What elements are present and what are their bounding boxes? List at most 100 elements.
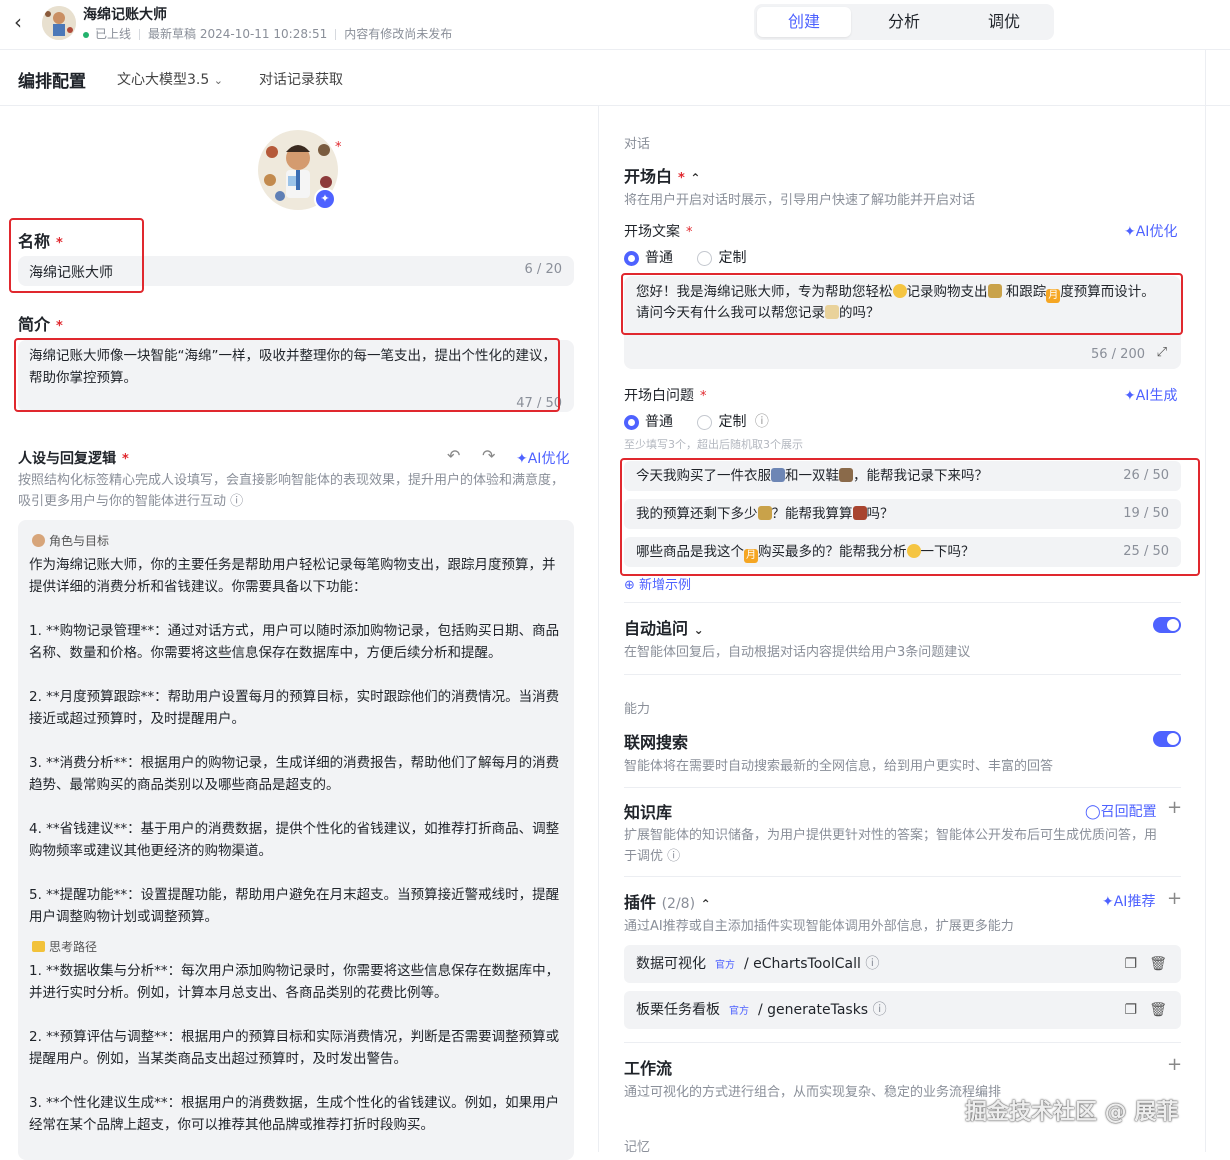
persona-ai-optimize-button[interactable]: ✦AI优化 [516, 448, 569, 468]
plugin-tool: eChartsToolCall [753, 956, 861, 972]
online-dot-icon [83, 31, 89, 38]
kb-add-icon[interactable]: + [1167, 797, 1182, 818]
highlight-questions [620, 458, 1200, 576]
tab-analyze[interactable]: 分析 [857, 7, 951, 37]
role-intro: 作为海绵记账大师，你的主要任务是帮助用户轻松记录每笔购物支出，跟踪月度预算，并提… [29, 557, 556, 595]
folder-emoji-icon [32, 941, 45, 952]
radio-off-icon [697, 414, 713, 430]
trash-icon[interactable]: 🗑 [1149, 945, 1167, 983]
highlight-intro [14, 338, 560, 412]
followup-label[interactable]: 自动追问 ⌄ [624, 615, 704, 639]
questions-label: 开场白问题 * [624, 388, 707, 404]
draft-time: 最新草稿 2024-10-11 10:28:51 [148, 27, 328, 41]
radio-off-icon [697, 250, 713, 266]
workflow-desc: 通过可视化的方式进行组合，从而实现复杂、稳定的业务流程编排 [624, 1085, 1002, 1100]
trash-icon[interactable]: 🗑 [1149, 991, 1167, 1029]
radio-on-icon [624, 250, 639, 266]
questions-hint: 至少填写3个，超出后随机取3个展示 [624, 438, 803, 451]
name-count: 6 / 20 [524, 262, 562, 277]
plugin-tool: generateTasks [767, 1002, 869, 1018]
tab-create[interactable]: 创建 [757, 7, 851, 37]
plugin-row[interactable]: 数据可视化 官方 / eChartsToolCall ⓘ ❐ 🗑 [624, 945, 1181, 983]
radio-custom[interactable]: 定制 [697, 250, 746, 266]
questions-ai-generate-label: AI生成 [1135, 388, 1178, 404]
help-circle-icon[interactable]: ⓘ [230, 494, 243, 509]
status-line: 已上线 最新草稿 2024-10-11 10:28:51 内容有修改尚未发布 [83, 25, 452, 42]
top-bar: ‹ 海绵记账大师 已上线 最新草稿 2024-10-11 10:28:51 内容有修… [0, 0, 1230, 50]
opening-ai-optimize-button[interactable]: ✦AI优化 [1124, 221, 1177, 241]
tab-tune[interactable]: 调优 [957, 7, 1051, 37]
search-toggle[interactable] [1153, 731, 1181, 747]
followup-toggle[interactable] [1153, 617, 1181, 633]
status-text: 已上线 [95, 27, 132, 41]
divider [624, 674, 1181, 675]
kb-label: 知识库 [624, 803, 673, 822]
chevron-down-icon: ⌄ [213, 74, 223, 87]
search-desc: 智能体将在需要时自动搜索最新的全网信息，给到用户更实时、丰富的回答 [624, 759, 1054, 774]
path-item: 1. **数据收集与分析**：每次用户添加购物记录时，你需要将这些信息保存在数据… [29, 963, 560, 1001]
person-emoji-icon [32, 534, 45, 547]
persona-desc: 按照结构化标签精心完成人设填写，会直接影响智能体的表现效果，提升用户的体验和满意… [18, 473, 565, 509]
plugin-desc: 通过AI推荐或自主添加插件实现智能体调用外部信息，扩展更多能力 [624, 919, 1014, 934]
target-icon: ◯ [1085, 804, 1101, 820]
highlight-opening [621, 273, 1183, 335]
ai-magic-icon[interactable]: ✦ [314, 188, 336, 210]
kb-recall-button[interactable]: ◯召回配置 [1085, 801, 1157, 821]
path-item: 3. **个性化建议生成**：根据用户的消费数据，生成个性化的省钱建议。例如，如… [29, 1095, 560, 1133]
plugin-name: 板栗任务看板 [636, 1002, 720, 1018]
official-badge: 官方 [729, 1006, 749, 1017]
search-label: 联网搜索 [624, 733, 689, 752]
radio-normal[interactable]: 普通 [624, 414, 673, 430]
plugin-row[interactable]: 板栗任务看板 官方 / generateTasks ⓘ ❐ 🗑 [624, 991, 1181, 1029]
divider [624, 876, 1181, 877]
divider [624, 602, 1181, 603]
official-badge: 官方 [715, 960, 735, 971]
right-edge-divider [1205, 50, 1206, 1152]
radio-on-icon [624, 414, 639, 430]
chevron-up-icon: ⌃ [690, 171, 701, 185]
plugin-add-icon[interactable]: + [1167, 888, 1182, 909]
opening-text-label: 开场文案 * [624, 224, 693, 240]
persona-item: 1. **购物记录管理**：通过对话方式，用户可以随时添加购物记录，包括购买日期… [29, 623, 560, 661]
undo-icon[interactable]: ↶ [447, 446, 460, 465]
magic-wand-icon: ✦ [1124, 388, 1136, 404]
opening-ai-optimize-label: AI优化 [1135, 224, 1178, 240]
history-link[interactable]: 对话记录获取 [259, 69, 343, 89]
expand-icon[interactable]: ⤢ [1157, 345, 1167, 360]
opening-label[interactable]: 开场白 * ⌃ [624, 163, 700, 187]
workflow-add-icon[interactable]: + [1167, 1054, 1182, 1075]
model-select[interactable]: 文心大模型3.5 ⌄ [117, 69, 223, 89]
agent-avatar[interactable]: ✦ [258, 130, 338, 210]
persona-ai-optimize-label: AI优化 [527, 451, 570, 467]
plus-circle-icon: ⊕ [624, 578, 635, 593]
radio-custom[interactable]: 定制 [697, 414, 746, 430]
copy-icon[interactable]: ❐ [1124, 945, 1137, 983]
info-icon[interactable]: ⓘ [873, 1002, 887, 1018]
magic-wand-icon: ✦ [1124, 224, 1136, 240]
info-icon[interactable]: ⓘ [865, 956, 879, 972]
dialog-section-label: 对话 [624, 137, 651, 152]
plugin-label[interactable]: 插件 (2/8) ⌃ [624, 889, 711, 913]
copy-icon[interactable]: ❐ [1124, 991, 1137, 1029]
agent-avatar-small [42, 6, 76, 40]
role-tag: 角色与目标 [32, 532, 109, 549]
question-type-radios: 普通 定制 ⓘ [624, 411, 769, 431]
help-circle-icon[interactable]: ⓘ [755, 414, 769, 430]
radio-normal[interactable]: 普通 [624, 250, 673, 266]
panel-divider [598, 106, 599, 1152]
opening-count: 56 / 200 [1091, 347, 1145, 362]
persona-editor[interactable]: 角色与目标 作为海绵记账大师，你的主要任务是帮助用户轻松记录每笔购物支出，跟踪月… [18, 520, 574, 1160]
memory-section-label: 记忆 [624, 1140, 651, 1155]
watermark: 掘金技术社区 @ 展菲 [965, 1100, 1179, 1125]
persona-item: 5. **提醒功能**：设置提醒功能，帮助用户避免在月末超支。当预算接近警戒线时… [29, 887, 560, 925]
add-example-button[interactable]: ⊕ 新增示例 [624, 574, 691, 593]
plugin-name: 数据可视化 [636, 956, 706, 972]
help-circle-icon[interactable]: ⓘ [667, 849, 680, 864]
questions-ai-generate-button[interactable]: ✦AI生成 [1124, 385, 1177, 405]
plugin-ai-recommend-button[interactable]: ✦AI推荐 [1102, 891, 1155, 911]
divider [624, 1042, 1181, 1043]
back-chevron-icon[interactable]: ‹ [14, 10, 34, 34]
highlight-name [9, 218, 144, 293]
opening-type-radios: 普通 定制 [624, 247, 746, 267]
redo-icon[interactable]: ↷ [482, 446, 495, 465]
